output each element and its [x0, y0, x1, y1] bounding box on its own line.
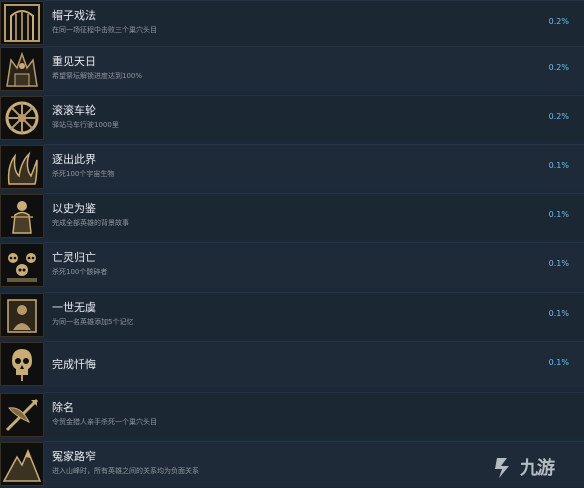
tentacle-icon	[0, 145, 44, 189]
achievement-row[interactable]: 重见天日 希望祭坛解锁进度达到100% 0.2%	[0, 46, 584, 92]
crossbow-icon	[0, 393, 44, 437]
achievement-row[interactable]: 完成忏悔 0.1%	[0, 341, 584, 387]
achievement-panel: 以史为鉴 完成全部英雄的背景故事 0.1%	[44, 193, 584, 239]
achievement-panel: 亡灵归亡 杀死100个骸碎者 0.1%	[44, 242, 584, 288]
achievement-percent: 0.2%	[548, 17, 569, 26]
achievement-panel: 一世无虞 为同一名英雄添加5个记忆 0.1%	[44, 292, 584, 338]
mountain-peak-icon	[0, 442, 44, 486]
achievement-panel: 滚滚车轮 驿站马车行驶1000里 0.2%	[44, 95, 584, 141]
watermark: 九游	[491, 450, 581, 484]
undead-skulls-icon	[0, 243, 44, 287]
achievement-panel: 逐出此界 杀死100个宇宙生物 0.1%	[44, 144, 584, 190]
achievement-desc: 进入山峰时，所有英雄之间的关系均为负面关系	[52, 467, 199, 475]
achievement-title: 逐出此界	[52, 153, 96, 166]
achievement-desc: 为同一名英雄添加5个记忆	[52, 318, 134, 326]
achievement-title: 完成忏悔	[52, 358, 96, 371]
achievement-row[interactable]: 亡灵归亡 杀死100个骸碎者 0.1%	[0, 242, 584, 288]
achievement-row[interactable]: 一世无虞 为同一名英雄添加5个记忆 0.1%	[0, 292, 584, 338]
achievement-desc: 杀死100个骸碎者	[52, 268, 108, 276]
achievement-title: 帽子戏法	[52, 9, 96, 22]
achievement-title: 除名	[52, 401, 74, 414]
hero-figure-icon	[0, 194, 44, 238]
achievement-title: 以史为鉴	[52, 202, 96, 215]
achievement-desc: 驿站马车行驶1000里	[52, 121, 119, 129]
achievement-desc: 希望祭坛解锁进度达到100%	[52, 72, 143, 80]
achievement-percent: 0.2%	[548, 112, 569, 121]
achievement-percent: 0.1%	[548, 161, 569, 170]
achievement-percent: 0.1%	[548, 259, 569, 268]
achievement-percent: 0.1%	[548, 309, 569, 318]
achievement-percent: 0.1%	[548, 358, 569, 367]
achievement-percent: 0.2%	[548, 63, 569, 72]
achievement-panel: 完成忏悔 0.1%	[44, 341, 584, 387]
watermark-text: 九游	[520, 458, 555, 479]
achievement-row[interactable]: 滚滚车轮 驿站马车行驶1000里 0.2%	[0, 95, 584, 141]
skull-icon	[0, 342, 44, 386]
altar-icon	[0, 47, 44, 91]
achievement-row[interactable]: 以史为鉴 完成全部英雄的背景故事 0.1%	[0, 193, 584, 239]
achievement-title: 一世无虞	[52, 301, 96, 314]
wagon-wheel-icon	[0, 96, 44, 140]
achievement-desc: 在同一场征程中击败三个巢穴头目	[52, 26, 157, 34]
achievement-desc: 完成全部英雄的背景故事	[52, 219, 129, 227]
achievement-title: 重见天日	[52, 55, 96, 68]
achievement-title: 亡灵归亡	[52, 251, 96, 264]
memory-portrait-icon	[0, 293, 44, 337]
achievement-row[interactable]: 帽子戏法 在同一场征程中击败三个巢穴头目 0.2%	[0, 0, 584, 46]
achievement-panel: 重见天日 希望祭坛解锁进度达到100% 0.2%	[44, 46, 584, 92]
achievement-desc: 令贸金猎人亲手杀死一个巢穴头目	[52, 418, 157, 426]
achievement-title: 滚滚车轮	[52, 104, 96, 117]
achievement-percent: 0.1%	[548, 210, 569, 219]
achievement-panel: 除名 令贸金猎人亲手杀死一个巢穴头目	[44, 392, 584, 438]
achievement-panel: 帽子戏法 在同一场征程中击败三个巢穴头目 0.2%	[44, 0, 584, 46]
achievement-title: 冤家路窄	[52, 450, 96, 463]
achievement-desc: 杀死100个宇宙生物	[52, 170, 115, 178]
achievement-row[interactable]: 逐出此界 杀死100个宇宙生物 0.1%	[0, 144, 584, 190]
achievement-row[interactable]: 除名 令贸金猎人亲手杀死一个巢穴头目	[0, 392, 584, 438]
jiuyou-logo-icon	[495, 458, 509, 478]
cage-gate-icon	[0, 1, 44, 45]
